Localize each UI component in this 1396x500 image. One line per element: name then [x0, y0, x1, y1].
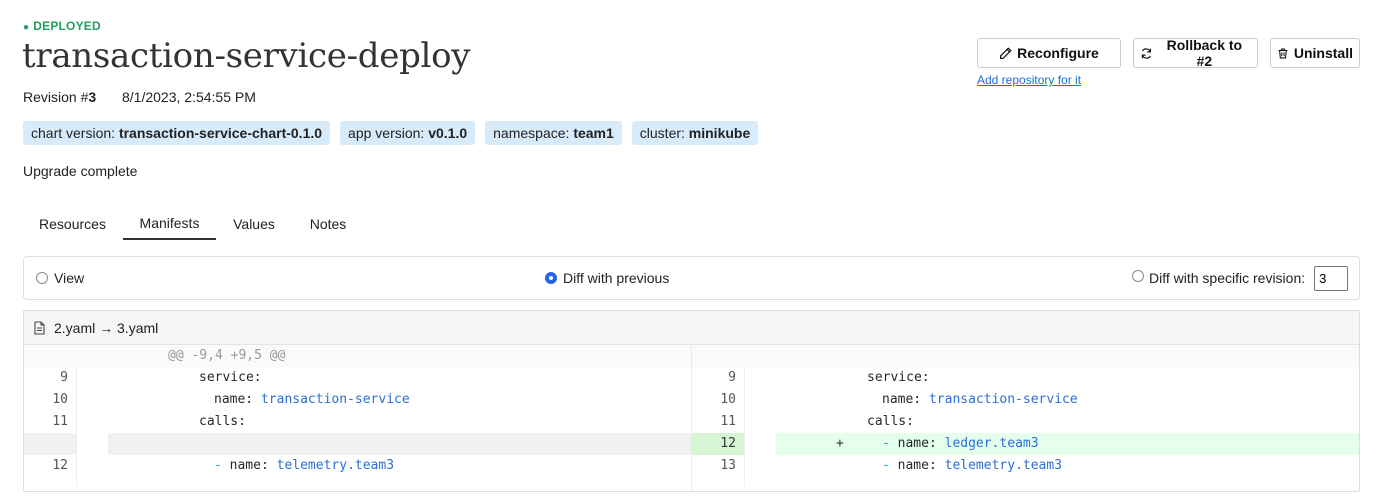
list-dash: -: [214, 458, 230, 473]
badge-key: cluster:: [639, 125, 689, 141]
info-badges: chart version: transaction-service-chart…: [23, 121, 759, 145]
left-line-number: 11: [52, 414, 68, 429]
tab-values[interactable]: Values: [219, 208, 289, 240]
yaml-value: telemetry.team3: [944, 458, 1063, 473]
view-options-bar: View Diff with previous Diff with specif…: [23, 256, 1360, 300]
diff-previous-label: Diff with previous: [563, 270, 670, 286]
yaml-key: service:: [867, 370, 930, 385]
revision-label: Revision #3: [23, 89, 96, 105]
cluster-badge: cluster: minikube: [631, 121, 759, 145]
refresh-icon: [1141, 47, 1151, 59]
yaml-value: telemetry.team3: [276, 458, 395, 473]
right-line-number: 9: [728, 370, 736, 385]
marker-gutter: [76, 345, 108, 367]
badge-key: app version:: [348, 125, 429, 141]
trash-icon: [1278, 48, 1288, 58]
left-code: calls:: [108, 411, 246, 433]
badge-value: v0.1.0: [428, 125, 468, 141]
line-number-gutter: [692, 345, 744, 367]
right-code: calls:: [776, 411, 914, 433]
line-number-gutter: [24, 345, 76, 367]
reconfigure-label: Reconfigure: [1017, 45, 1099, 61]
view-label: View: [54, 270, 85, 286]
right-line-number: 10: [720, 392, 736, 407]
rollback-label: Rollback to #2: [1166, 37, 1243, 69]
chart-version-badge: chart version: transaction-service-chart…: [23, 121, 331, 145]
file-icon: [34, 320, 45, 335]
right-code: - name: telemetry.team3: [776, 455, 1062, 477]
diff-previous-option[interactable]: Diff with previous: [545, 257, 669, 299]
diff-file-header: 2.yaml → 3.yaml: [24, 311, 1359, 345]
left-empty-gutter: [24, 433, 76, 455]
list-dash: -: [882, 458, 898, 473]
hunk-header: @@ -9,4 +9,5 @@: [108, 345, 691, 367]
right-code: name: transaction-service: [776, 389, 1078, 411]
tab-manifests[interactable]: Manifests: [123, 208, 216, 240]
yaml-key: name:: [214, 392, 261, 407]
diff-file-title: 2.yaml → 3.yaml: [54, 319, 159, 336]
badge-key: chart version:: [31, 125, 119, 141]
left-code: service:: [108, 367, 262, 389]
add-repository-link[interactable]: Add repository for it: [977, 73, 1081, 87]
diff-specific-option[interactable]: Diff with specific revision:: [1132, 257, 1349, 299]
left-code: name: transaction-service: [108, 389, 410, 411]
revision-number: 3: [88, 89, 97, 105]
specific-revision-input[interactable]: [1314, 265, 1349, 291]
left-empty-line: [108, 433, 691, 455]
right-line-number: 13: [720, 458, 736, 473]
gutter-divider: [744, 367, 745, 487]
yaml-value: ledger.team3: [944, 436, 1039, 451]
yaml-key: name:: [897, 458, 945, 473]
status-dot: ●: [23, 22, 30, 33]
revision-date: 8/1/2023, 2:54:55 PM: [122, 89, 256, 105]
upgrade-status: Upgrade complete: [23, 163, 138, 179]
badge-value: minikube: [688, 125, 751, 141]
yaml-key: calls:: [199, 414, 246, 429]
yaml-key: name:: [897, 436, 945, 451]
tab-resources[interactable]: Resources: [23, 208, 122, 240]
yaml-key: service:: [199, 370, 262, 385]
yaml-key: name:: [229, 458, 277, 473]
view-radio[interactable]: [36, 272, 48, 284]
diff-previous-radio[interactable]: [545, 272, 557, 284]
page-title: transaction-service-deploy: [22, 36, 471, 76]
list-dash: -: [882, 436, 898, 451]
left-line-number: 9: [60, 370, 68, 385]
badge-key: namespace:: [493, 125, 574, 141]
right-line-number: 11: [720, 414, 736, 429]
yaml-value: transaction-service: [260, 392, 410, 407]
badge-value: transaction-service-chart-0.1.0: [118, 125, 323, 141]
pencil-icon: [1000, 47, 1012, 59]
diff-viewer: 2.yaml → 3.yaml @@ -9,4 +9,5 @@ 9 servic…: [23, 310, 1360, 492]
diff-specific-label: Diff with specific revision:: [1149, 270, 1306, 286]
gutter-divider: [76, 367, 77, 487]
right-line-number: 12: [692, 433, 744, 455]
status-badge: ● DEPLOYED: [23, 19, 101, 33]
yaml-key: calls:: [867, 414, 914, 429]
uninstall-label: Uninstall: [1293, 45, 1353, 61]
view-option[interactable]: View: [36, 257, 84, 299]
right-code: - name: ledger.team3: [776, 433, 1039, 455]
diff-specific-radio[interactable]: [1132, 270, 1144, 282]
yaml-value: transaction-service: [928, 392, 1078, 407]
left-line-number: 10: [52, 392, 68, 407]
left-line-number: 12: [52, 458, 68, 473]
column-divider: [691, 345, 692, 491]
left-code: - name: telemetry.team3: [108, 455, 394, 477]
status-text: DEPLOYED: [33, 19, 101, 33]
right-code: service:: [776, 367, 930, 389]
marker-gutter: [744, 345, 776, 367]
app-version-badge: app version: v0.1.0: [340, 121, 476, 145]
rollback-button[interactable]: Rollback to #2: [1133, 37, 1258, 69]
revision-prefix: Revision #: [23, 89, 89, 105]
yaml-key: name:: [882, 392, 929, 407]
reconfigure-button[interactable]: Reconfigure: [977, 38, 1121, 68]
namespace-badge: namespace: team1: [485, 121, 622, 145]
badge-value: team1: [573, 125, 614, 141]
tab-notes[interactable]: Notes: [293, 208, 363, 240]
hunk-spacer: [776, 345, 1359, 367]
uninstall-button[interactable]: Uninstall: [1270, 38, 1360, 68]
